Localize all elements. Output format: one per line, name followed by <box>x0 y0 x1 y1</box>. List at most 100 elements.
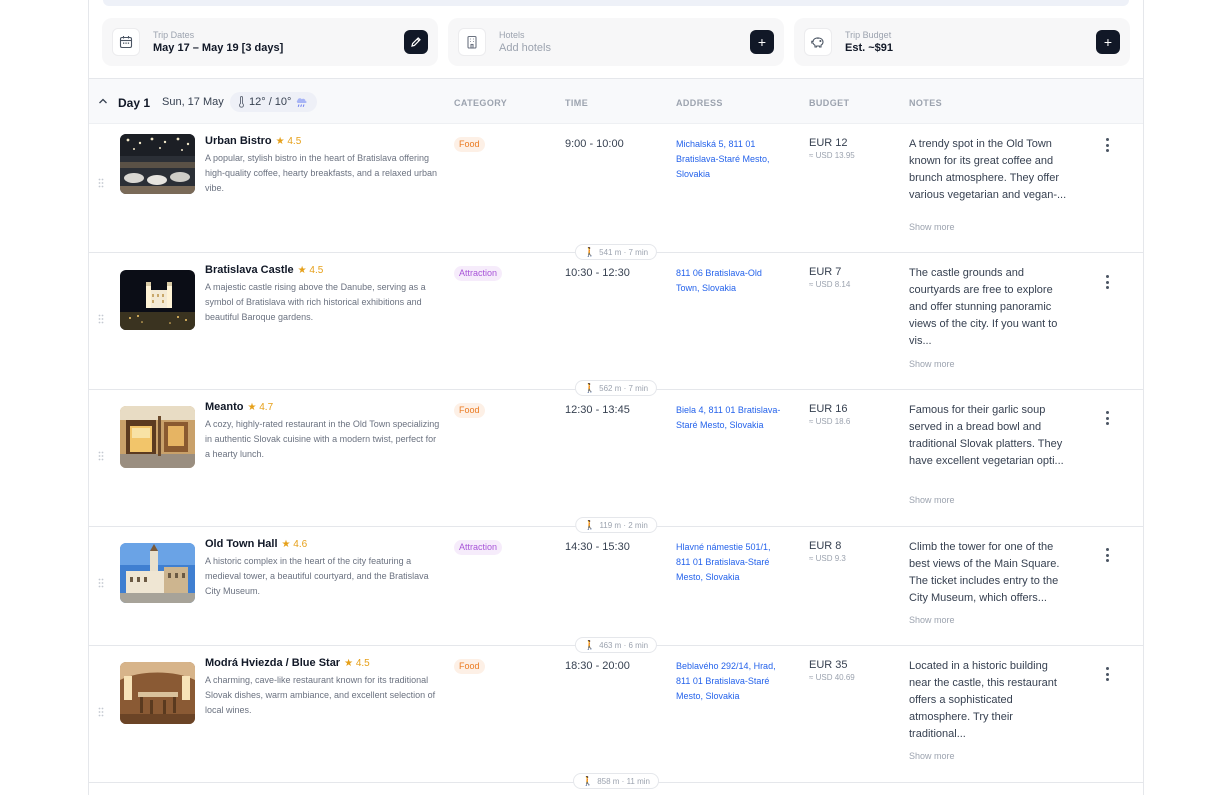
activity-address-link[interactable]: Michalská 5, 811 01 Bratislava-Staré Mes… <box>676 137 786 182</box>
activity-time: 14:30 - 15:30 <box>565 541 630 553</box>
activity-rating: ★ 4.7 <box>247 402 274 413</box>
activity-time: 12:30 - 13:45 <box>565 404 630 416</box>
column-header-time: TIME <box>565 98 589 108</box>
activity-address-link[interactable]: Biela 4, 811 01 Bratislava-Staré Mesto, … <box>676 403 786 433</box>
more-options-icon[interactable] <box>1104 548 1110 562</box>
activity-budget-usd: ≈ USD 8.14 <box>809 280 851 289</box>
activity-row[interactable]: Modrá Hviezda / Blue Star ★ 4.5 A charmin… <box>89 646 1143 783</box>
activity-photo <box>120 662 195 724</box>
show-more-link[interactable]: Show more <box>909 222 955 232</box>
more-options-icon[interactable] <box>1104 411 1110 425</box>
activity-photo <box>120 270 195 330</box>
activity-notes: A trendy spot in the Old Town known for … <box>909 138 1067 201</box>
walking-icon: 🚶 <box>584 520 596 530</box>
pencil-icon <box>411 37 421 47</box>
piggy-bank-icon <box>804 28 832 56</box>
activity-budget-usd: ≈ USD 9.3 <box>809 554 846 563</box>
activity-budget-eur: EUR 7 <box>809 266 842 278</box>
activity-description: A popular, stylish bistro in the heart o… <box>205 153 437 193</box>
travel-time-badge: 🚶 858 m · 11 min <box>573 773 659 789</box>
column-header-category: CATEGORY <box>454 98 508 108</box>
activity-address-link[interactable]: Beblavého 292/14, Hrad, 811 01 Bratislav… <box>676 659 786 704</box>
column-header-notes: NOTES <box>909 98 943 108</box>
activity-row[interactable]: Urban Bistro ★ 4.5 A popular, stylish bis… <box>89 124 1143 253</box>
chevron-up-icon[interactable] <box>98 96 108 106</box>
drag-handle-icon[interactable] <box>98 314 104 324</box>
activity-notes: Located in a historic building near the … <box>909 660 1057 740</box>
activity-title: Urban Bistro <box>205 135 272 147</box>
day-date: Sun, 17 May <box>162 96 224 108</box>
thermometer-icon <box>239 96 244 108</box>
column-header-address: ADDRESS <box>676 98 723 108</box>
drag-handle-icon[interactable] <box>98 578 104 588</box>
drag-handle-icon[interactable] <box>98 451 104 461</box>
activity-row[interactable]: Bratislava Castle ★ 4.5 A majestic castle… <box>89 253 1143 390</box>
more-options-icon[interactable] <box>1104 138 1110 152</box>
activity-address-link[interactable]: Hlavné námestie 501/1, 811 01 Bratislava… <box>676 540 786 585</box>
activity-row[interactable]: Old Town Hall ★ 4.6 A historic complex in… <box>89 527 1143 646</box>
activity-budget-eur: EUR 8 <box>809 540 842 552</box>
itinerary-panel: Trip Dates May 17 – May 19 [3 days] Hote… <box>88 0 1144 795</box>
category-badge: Attraction <box>454 540 503 555</box>
hotels-label: Hotels <box>499 30 525 40</box>
building-icon <box>458 28 486 56</box>
trip-summary-cards: Trip Dates May 17 – May 19 [3 days] Hote… <box>102 18 1130 66</box>
activity-title: Bratislava Castle <box>205 264 294 276</box>
travel-time-badge: 🚶 119 m · 2 min <box>575 517 657 533</box>
activity-notes: Climb the tower for one of the best view… <box>909 541 1060 604</box>
more-options-icon[interactable] <box>1104 667 1110 681</box>
calendar-icon <box>112 28 140 56</box>
activity-rating: ★ 4.5 <box>275 136 302 147</box>
travel-distance: 119 m · 2 min <box>599 521 648 530</box>
activity-budget-usd: ≈ USD 18.6 <box>809 417 851 426</box>
activity-description: A majestic castle rising above the Danub… <box>205 282 426 322</box>
travel-distance: 463 m · 6 min <box>599 641 649 650</box>
show-more-link[interactable]: Show more <box>909 751 955 761</box>
activity-address-link[interactable]: 811 06 Bratislava-Old Town, Slovakia <box>676 266 786 296</box>
travel-time-badge: 🚶 562 m · 7 min <box>574 380 658 396</box>
trip-dates-card: Trip Dates May 17 – May 19 [3 days] <box>102 18 438 66</box>
edit-dates-button[interactable] <box>404 30 428 54</box>
activity-row[interactable]: Meanto ★ 4.7 A cozy, highly-rated restaur… <box>89 390 1143 527</box>
activity-name[interactable]: Bratislava Castle ★ 4.5 <box>205 264 323 276</box>
activity-description: A historic complex in the heart of the c… <box>205 556 429 596</box>
activity-title: Old Town Hall <box>205 538 278 550</box>
travel-distance: 562 m · 7 min <box>599 384 649 393</box>
activity-budget-eur: EUR 12 <box>809 137 848 149</box>
category-badge: Food <box>454 137 485 152</box>
activity-budget-usd: ≈ USD 13.95 <box>809 151 855 160</box>
plus-icon: + <box>1103 34 1113 50</box>
activity-name[interactable]: Urban Bistro ★ 4.5 <box>205 135 301 147</box>
travel-time-badge: 🚶 463 m · 6 min <box>574 637 658 653</box>
day-header: Day 1 Sun, 17 May 12° / 10° CATEGORY TIM… <box>89 78 1143 124</box>
activity-title: Modrá Hviezda / Blue Star <box>205 657 341 669</box>
column-header-budget: BUDGET <box>809 98 850 108</box>
activity-rating: ★ 4.6 <box>281 539 308 550</box>
show-more-link[interactable]: Show more <box>909 495 955 505</box>
show-more-link[interactable]: Show more <box>909 359 955 369</box>
day-title: Day 1 <box>118 96 151 110</box>
walking-icon: 🚶 <box>583 247 596 257</box>
hotels-card: Hotels Add hotels + <box>448 18 784 66</box>
activity-time: 18:30 - 20:00 <box>565 660 630 672</box>
activity-name[interactable]: Modrá Hviezda / Blue Star ★ 4.5 <box>205 657 370 669</box>
trip-budget-label: Trip Budget <box>845 30 892 40</box>
category-badge: Food <box>454 659 485 674</box>
trip-dates-label: Trip Dates <box>153 30 195 40</box>
activity-name[interactable]: Old Town Hall ★ 4.6 <box>205 538 307 550</box>
activity-description: A charming, cave-like restaurant known f… <box>205 675 436 715</box>
more-options-icon[interactable] <box>1104 275 1110 289</box>
activity-time: 10:30 - 12:30 <box>565 267 630 279</box>
show-more-link[interactable]: Show more <box>909 615 955 625</box>
trip-budget-card: Trip Budget Est. ~$91 + <box>794 18 1130 66</box>
drag-handle-icon[interactable] <box>98 707 104 717</box>
walking-icon: 🚶 <box>582 776 594 786</box>
drag-handle-icon[interactable] <box>98 178 104 188</box>
add-budget-button[interactable]: + <box>1096 30 1120 54</box>
activity-name[interactable]: Meanto ★ 4.7 <box>205 401 273 413</box>
walking-icon: 🚶 <box>583 383 596 393</box>
add-hotel-button[interactable]: + <box>750 30 774 54</box>
activity-notes: The castle grounds and courtyards are fr… <box>909 267 1058 347</box>
travel-distance: 858 m · 11 min <box>597 777 650 786</box>
rain-cloud-icon <box>297 98 308 107</box>
